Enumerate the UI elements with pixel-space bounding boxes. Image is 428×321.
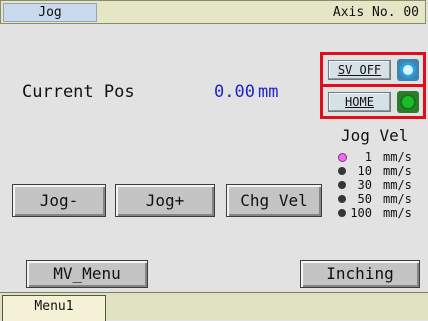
mv-menu-button[interactable]: MV_Menu [26,260,148,288]
jog-vel-value: 100 [350,206,372,220]
radio-dot-icon [338,181,346,189]
jog-vel-value: 1 [364,150,372,164]
jog-vel-unit: mm/s [383,178,412,192]
jog-vel-option[interactable]: 50 mm/s [338,192,428,206]
home-status-lamp [397,91,419,113]
footer-bar: Menu1 [0,292,428,321]
jog-vel-value: 10 [357,164,372,178]
radio-dot-icon [338,153,347,162]
jog-vel-unit: mm/s [383,206,412,220]
jog-vel-unit: mm/s [383,164,412,178]
jog-screen: Jog Axis No. 00 Current Pos 0.00 mm SV O… [0,0,428,321]
home-button[interactable]: HOME [328,92,391,112]
chg-vel-button[interactable]: Chg Vel [226,184,322,217]
servo-control-group: SV OFF [320,52,426,87]
jog-vel-option[interactable]: 10 mm/s [338,164,428,178]
jog-vel-value: 50 [357,192,372,206]
jog-vel-unit: mm/s [383,192,412,206]
radio-dot-icon [338,195,346,203]
home-control-group: HOME [320,84,426,119]
title-bar: Jog Axis No. 00 [0,0,426,24]
current-pos-label: Current Pos [22,82,135,102]
current-pos-value: 0.00 [214,82,255,102]
jog-vel-list: 1 mm/s 10 mm/s 30 mm/s 50 mm/s 100 mm/s [338,150,428,220]
axis-number-label: Axis No. 00 [332,5,419,20]
menu1-tab[interactable]: Menu1 [2,295,106,321]
inching-button[interactable]: Inching [300,260,420,288]
radio-dot-icon [338,167,346,175]
jog-vel-unit: mm/s [383,150,412,164]
jog-vel-option[interactable]: 1 mm/s [338,150,428,164]
tab-jog[interactable]: Jog [3,3,97,22]
jog-vel-value: 30 [357,178,372,192]
home-led-icon [400,94,416,110]
sv-off-button[interactable]: SV OFF [328,60,391,80]
jog-vel-option[interactable]: 100 mm/s [338,206,428,220]
radio-dot-icon [338,209,346,217]
jog-minus-button[interactable]: Jog- [12,184,106,217]
jog-vel-title: Jog Vel [341,126,409,145]
servo-status-lamp [397,59,419,81]
jog-plus-button[interactable]: Jog+ [115,184,215,217]
jog-vel-option[interactable]: 30 mm/s [338,178,428,192]
servo-led-icon [400,62,416,78]
current-pos-unit: mm [258,82,279,102]
